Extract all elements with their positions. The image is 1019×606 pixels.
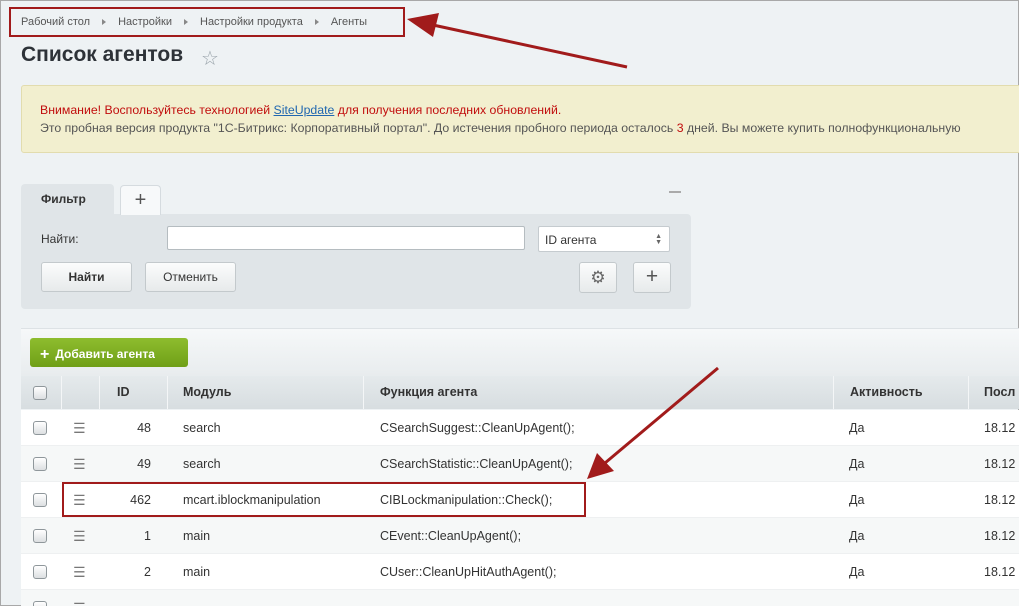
menu-icon[interactable]: ☰ bbox=[73, 528, 86, 545]
menu-icon[interactable]: ☰ bbox=[73, 456, 86, 473]
find-label: Найти: bbox=[41, 232, 79, 246]
cell-module: main bbox=[183, 529, 211, 543]
breadcrumb-separator-icon bbox=[102, 19, 107, 25]
arrow-head-icon bbox=[407, 13, 439, 37]
column-header-active[interactable]: Активность bbox=[834, 376, 969, 409]
add-filter-field-button[interactable]: + bbox=[633, 262, 671, 293]
filter-field-select[interactable]: ID агента ▲ ▼ bbox=[538, 226, 670, 252]
table-row[interactable]: ☰ 49 search CSearchStatistic::CleanUpAge… bbox=[21, 446, 1019, 482]
breadcrumb-item-product-settings[interactable]: Настройки продукта bbox=[200, 16, 303, 28]
cell-active: Да bbox=[849, 421, 865, 435]
notice-warning-text-end: для получения последних обновлений. bbox=[334, 103, 562, 117]
row-checkbox[interactable] bbox=[33, 601, 47, 606]
minimize-filter-icon[interactable] bbox=[669, 191, 681, 193]
breadcrumb-item-desktop[interactable]: Рабочий стол bbox=[21, 16, 90, 28]
tab-filter[interactable]: Фильтр bbox=[21, 184, 114, 215]
column-header-module[interactable]: Модуль bbox=[168, 376, 364, 409]
page-title: Список агентов bbox=[21, 43, 184, 66]
table-row[interactable]: ☰ 2 main CUser::CleanUpHitAuthAgent(); Д… bbox=[21, 554, 1019, 590]
star-icon[interactable]: ☆ bbox=[201, 46, 219, 71]
cell-function: CSearchStatistic::CleanUpAgent(); bbox=[380, 457, 573, 471]
cell-active: Да bbox=[849, 565, 865, 579]
cell-id: 49 bbox=[137, 457, 151, 471]
find-input[interactable] bbox=[167, 226, 525, 250]
column-header-id[interactable]: ID bbox=[100, 376, 168, 409]
add-filter-tab-button[interactable]: + bbox=[120, 185, 161, 215]
table-row[interactable]: ☰ 1 main CEvent::CleanUpAgent(); Да 18.1… bbox=[21, 518, 1019, 554]
menu-icon[interactable]: ☰ bbox=[73, 420, 86, 437]
cell-module: search bbox=[183, 457, 221, 471]
notice-warning-text: Внимание! Воспользуйтесь технологией bbox=[40, 103, 274, 117]
cell-function: CEvent::CleanUpAgent(); bbox=[380, 529, 522, 543]
row-checkbox[interactable] bbox=[33, 565, 47, 579]
cell-last-run: 18.12 bbox=[984, 529, 1016, 543]
filter-field-select-value: ID агента bbox=[545, 233, 597, 247]
notice-line-warning: Внимание! Воспользуйтесь технологией Sit… bbox=[40, 101, 1019, 119]
cell-last-run: 18.12 bbox=[984, 565, 1016, 579]
row-checkbox[interactable] bbox=[33, 457, 47, 471]
notice-trial-days: 3 bbox=[676, 121, 684, 135]
column-header-function[interactable]: Функция агента bbox=[364, 376, 834, 409]
cell-active: Да bbox=[849, 493, 865, 507]
annotation-row-highlight bbox=[62, 482, 586, 517]
row-checkbox[interactable] bbox=[33, 421, 47, 435]
cell-id: 48 bbox=[137, 421, 151, 435]
cell-id: 1 bbox=[144, 529, 151, 543]
add-agent-button[interactable]: + Добавить агента bbox=[30, 338, 188, 367]
menu-icon[interactable]: ☰ bbox=[73, 600, 86, 606]
row-checkbox[interactable] bbox=[33, 529, 47, 543]
table-row[interactable]: ☰ 48 search CSearchSuggest::CleanUpAgent… bbox=[21, 410, 1019, 446]
cell-function: CUser::CleanUpHitAuthAgent(); bbox=[380, 565, 557, 579]
cancel-button[interactable]: Отменить bbox=[145, 262, 236, 292]
cell-last-run: 18.12 bbox=[984, 493, 1016, 507]
cell-last-run: 18.12 bbox=[984, 421, 1016, 435]
find-button[interactable]: Найти bbox=[41, 262, 132, 292]
cell-module: main bbox=[183, 565, 211, 579]
notice-trial-text: Это пробная версия продукта "1С-Битрикс:… bbox=[40, 121, 677, 135]
notice-line-trial: Это пробная версия продукта "1С-Битрикс:… bbox=[40, 119, 1019, 137]
header-menu-cell bbox=[62, 376, 100, 409]
cell-module: search bbox=[183, 421, 221, 435]
select-arrows-icon: ▲ ▼ bbox=[655, 233, 662, 246]
gear-icon[interactable]: ⚙ bbox=[579, 262, 617, 293]
menu-icon[interactable]: ☰ bbox=[73, 564, 86, 581]
cell-last-run: 18.12 bbox=[984, 457, 1016, 471]
row-checkbox[interactable] bbox=[33, 493, 47, 507]
breadcrumb-item-settings[interactable]: Настройки bbox=[118, 16, 172, 28]
header-checkbox-cell bbox=[21, 376, 62, 409]
add-agent-label: Добавить агента bbox=[55, 347, 155, 361]
cell-active: Да bbox=[849, 457, 865, 471]
cell-active: Да bbox=[849, 529, 865, 543]
notice-trial-text-end: дней. Вы можете купить полнофункциональн… bbox=[683, 121, 961, 135]
breadcrumb-separator-icon bbox=[184, 19, 188, 25]
siteupdate-link[interactable]: SiteUpdate bbox=[274, 103, 335, 117]
breadcrumb: Рабочий стол Настройки Настройки продукт… bbox=[9, 7, 405, 37]
breadcrumb-separator-icon bbox=[314, 19, 319, 25]
breadcrumb-item-agents[interactable]: Агенты bbox=[331, 16, 367, 28]
plus-icon: + bbox=[40, 346, 50, 363]
cell-function: CSearchSuggest::CleanUpAgent(); bbox=[380, 421, 575, 435]
table-row[interactable]: ☰ bbox=[21, 590, 1019, 606]
cell-id: 2 bbox=[144, 565, 151, 579]
update-notice: Внимание! Воспользуйтесь технологией Sit… bbox=[21, 85, 1019, 153]
column-header-last-run[interactable]: Посл bbox=[969, 376, 1019, 409]
select-all-checkbox[interactable] bbox=[33, 386, 47, 400]
annotation-arrow-breadcrumb bbox=[432, 23, 628, 69]
